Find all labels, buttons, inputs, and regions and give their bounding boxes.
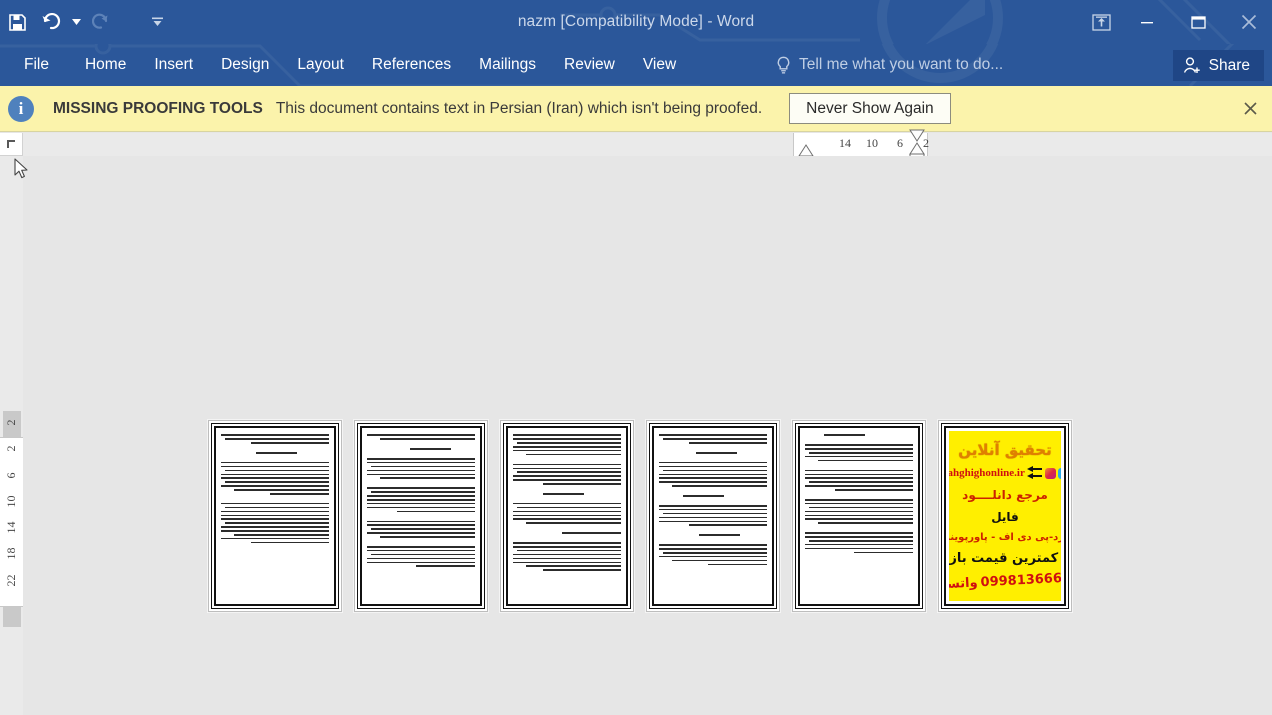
telegram-icon <box>1057 467 1061 479</box>
tab-stop-selector[interactable] <box>0 133 23 156</box>
vruler-margin-bottom <box>3 607 21 627</box>
ad-line-5: ورد-پی دی اف - پاورپوینت <box>949 532 1061 543</box>
minimize-icon <box>1141 22 1153 24</box>
page-content-2 <box>357 423 485 609</box>
horizontal-ruler[interactable]: 14 10 6 2 <box>23 129 1272 163</box>
ad-url: Tahghighonline.ir <box>949 467 1025 479</box>
save-button[interactable] <box>0 7 34 37</box>
tab-file[interactable]: File <box>0 44 71 86</box>
notification-message: This document contains text in Persian (… <box>275 99 763 117</box>
vruler-tick-6: 6 <box>4 472 18 479</box>
advertisement: تحقیق آنلاین Tahghighonline.ir مرجع دانل… <box>949 431 1061 601</box>
ribbon-display-icon <box>1091 13 1111 31</box>
page-thumbnail-6[interactable]: تحقیق آنلاین Tahghighonline.ir مرجع دانل… <box>938 420 1072 612</box>
hruler-tick-14: 14 <box>839 136 851 150</box>
tab-layout[interactable]: Layout <box>283 44 358 86</box>
page-thumbnail-2[interactable] <box>354 420 488 612</box>
ribbon-display-options-button[interactable] <box>1078 0 1124 44</box>
tell-me-search[interactable]: Tell me what you want to do... <box>776 44 1003 86</box>
undo-dropdown[interactable] <box>68 7 84 37</box>
customize-qat-button[interactable] <box>140 7 174 37</box>
notification-heading: MISSING PROOFING TOOLS <box>53 99 263 117</box>
ad-title: تحقیق آنلاین <box>958 441 1052 459</box>
lightbulb-icon <box>777 56 790 73</box>
close-icon <box>1243 102 1257 115</box>
tab-home[interactable]: Home <box>71 44 140 86</box>
page-thumbnail-1[interactable] <box>208 420 342 612</box>
ad-line-6: با کمترین قیمت بازار <box>949 551 1061 566</box>
vruler-tick-10: 10 <box>4 495 18 508</box>
document-workspace[interactable]: تحقیق آنلاین Tahghighonline.ir مرجع دانل… <box>23 156 1272 715</box>
tell-me-label: Tell me what you want to do... <box>799 56 1004 73</box>
notification-bar: i MISSING PROOFING TOOLS This document c… <box>0 86 1272 132</box>
ad-line-4: فایل <box>991 510 1019 524</box>
chevron-down-icon <box>71 19 81 25</box>
tab-design[interactable]: Design <box>207 44 283 86</box>
quick-access-toolbar <box>0 0 174 44</box>
page-content-6: تحقیق آنلاین Tahghighonline.ir مرجع دانل… <box>941 423 1069 609</box>
arrow-left-icon <box>1026 466 1042 479</box>
page-thumbnail-5[interactable] <box>792 420 926 612</box>
left-tab-stop-icon <box>6 139 15 148</box>
undo-button[interactable] <box>34 7 68 37</box>
title-bar: nazm [Compatibility Mode] - Word <box>0 0 1272 44</box>
first-line-indent-marker[interactable] <box>796 143 816 157</box>
page-content-4 <box>649 423 777 609</box>
vruler-tick-14: 14 <box>4 521 18 534</box>
vertical-ruler[interactable]: 2 2 6 10 14 18 22 <box>0 156 23 715</box>
info-icon: i <box>8 95 34 122</box>
close-button[interactable] <box>1226 0 1272 44</box>
tab-references[interactable]: References <box>358 44 465 86</box>
share-label: Share <box>1208 56 1250 74</box>
tab-review[interactable]: Review <box>550 44 629 86</box>
page-content-1 <box>211 423 339 609</box>
window-controls <box>1078 0 1272 44</box>
chevron-down-icon <box>151 17 163 26</box>
vruler-tick-2a: 2 <box>4 419 18 426</box>
page-content-3 <box>503 423 631 609</box>
tab-view[interactable]: View <box>629 44 690 86</box>
tab-mailings[interactable]: Mailings <box>465 44 550 86</box>
restore-button[interactable] <box>1170 0 1226 44</box>
page-content-5 <box>795 423 923 609</box>
redo-icon <box>92 13 108 29</box>
minimize-button[interactable] <box>1124 0 1170 44</box>
save-icon <box>8 13 26 31</box>
share-button[interactable]: Share <box>1172 50 1264 81</box>
redo-button <box>84 7 118 37</box>
ad-phone-number: 09981366624 <box>980 570 1061 591</box>
vruler-tick-2b: 2 <box>4 445 18 452</box>
tab-insert[interactable]: Insert <box>140 44 207 86</box>
notification-close-button[interactable] <box>1234 93 1266 125</box>
close-icon <box>1241 14 1257 30</box>
page-thumbnail-3[interactable] <box>500 420 634 612</box>
ad-social-icons <box>1044 467 1061 479</box>
vruler-tick-18: 18 <box>4 547 18 560</box>
hruler-tick-10: 10 <box>866 136 878 150</box>
ad-line-3: مرجع دانلــــود <box>962 488 1048 502</box>
person-add-icon <box>1183 57 1200 73</box>
ad-url-row: Tahghighonline.ir <box>949 466 1061 480</box>
ad-phone-suffix: واتساپ <box>949 575 979 593</box>
instagram-icon <box>1044 467 1056 479</box>
restore-icon <box>1190 16 1206 29</box>
page-thumbnail-4[interactable] <box>646 420 780 612</box>
ad-phone-row: 09981366624 واتساپ <box>949 570 1061 593</box>
page-thumbnail-strip: تحقیق آنلاین Tahghighonline.ir مرجع دانل… <box>208 420 1072 612</box>
ribbon-tabs: File Home Insert Design Layout Reference… <box>0 44 690 86</box>
undo-icon <box>42 13 61 30</box>
vruler-tick-22: 22 <box>4 574 18 587</box>
ribbon-tab-bar: File Home Insert Design Layout Reference… <box>0 44 1272 86</box>
never-show-again-button[interactable]: Never Show Again <box>789 93 951 124</box>
